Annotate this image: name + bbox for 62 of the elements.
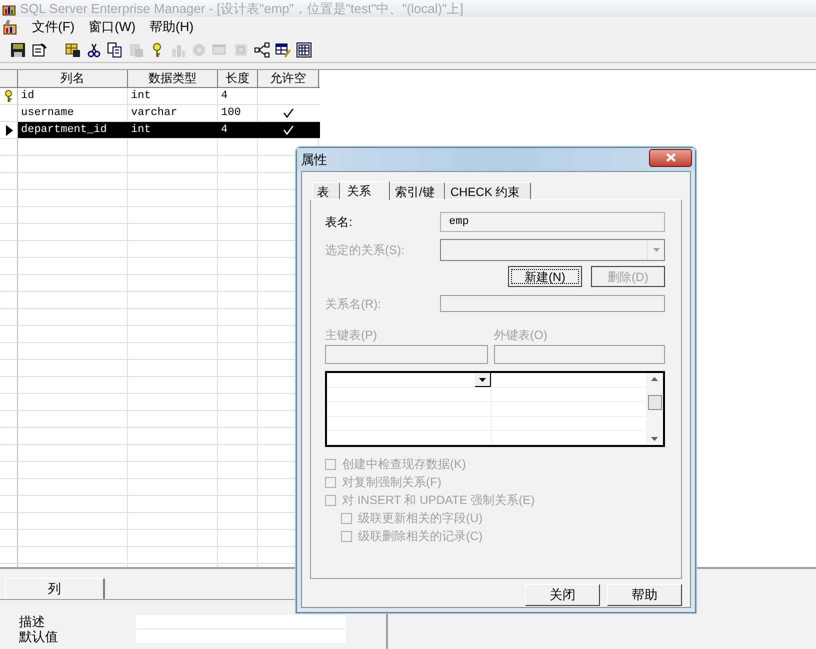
table-row[interactable]: department_id int 4 (0, 122, 320, 139)
current-row-icon (4, 124, 12, 136)
tab[interactable]: 表 (312, 182, 340, 199)
field-label: 表名: (325, 214, 354, 231)
option-label: 对 INSERT 和 UPDATE 强制关系(E) (342, 492, 535, 509)
column-header[interactable]: 列名 (18, 70, 128, 87)
field-label: 关系名(R): (325, 296, 382, 312)
menu-item[interactable]: 窗口(W) (88, 17, 136, 37)
table-cell: id (21, 90, 34, 102)
table-cell: int (131, 90, 151, 102)
menu-item[interactable]: 文件(F) (32, 17, 75, 37)
table-cell: 4 (221, 124, 228, 136)
window-title: SQL Server Enterprise Manager - [设计表"emp"，位置是"test"中、"(local)"上] (20, 0, 464, 18)
table-icon[interactable] (275, 42, 291, 58)
tab[interactable]: CHECK 约束 (445, 182, 531, 199)
table-cell: int (131, 124, 151, 136)
table-row[interactable]: id int 4 (0, 88, 320, 105)
dialog-button[interactable]: 帮助 (607, 584, 682, 606)
tab[interactable]: 索引/键 (390, 182, 446, 199)
check-icon[interactable] (283, 108, 294, 118)
close-button[interactable] (649, 148, 692, 166)
table-icon[interactable] (65, 42, 81, 58)
table-cell: username (21, 107, 74, 119)
cut-icon[interactable] (86, 42, 102, 58)
scroll-up-icon[interactable] (651, 377, 658, 381)
column-header[interactable]: 数据类型 (128, 70, 218, 87)
property-label: 描述 (19, 612, 46, 630)
table-cell: 100 (221, 107, 241, 119)
table-cell: department_id (21, 124, 107, 136)
menu-item[interactable]: 帮助(H) (150, 17, 194, 37)
dialog-button[interactable]: 关闭 (525, 584, 600, 606)
relations-icon[interactable] (254, 42, 270, 58)
table-icon[interactable] (296, 42, 312, 58)
option-label: 级联更新相关的字段(U) (358, 510, 483, 527)
table-cell: varchar (131, 107, 178, 119)
tab[interactable]: 关系 (340, 181, 390, 200)
property-value-field[interactable] (136, 614, 346, 628)
dropdown-arrow-icon (652, 248, 660, 252)
dialog-button[interactable]: 新建(N) (508, 266, 582, 287)
column-header[interactable]: 允许空 (258, 70, 319, 87)
tab[interactable]: 列 (5, 578, 105, 599)
scroll-down-icon[interactable] (651, 437, 658, 441)
dropdown-button[interactable] (475, 373, 491, 387)
dropdown-arrow-icon (479, 378, 486, 382)
close-icon (666, 153, 676, 162)
field-label: 选定的关系(S): (325, 242, 406, 259)
column-mapping-grid[interactable] (325, 371, 665, 447)
property-label: 默认值 (19, 628, 59, 646)
dialog-title: 属性 (301, 150, 327, 169)
copy-icon[interactable] (107, 42, 123, 58)
input-field[interactable]: emp (440, 212, 665, 232)
field-label: 主键表(P) (325, 328, 378, 343)
scrollbar[interactable] (646, 373, 663, 445)
option-label: 对复制强制关系(F) (342, 474, 442, 491)
table-cell: 4 (221, 90, 228, 102)
table-row[interactable]: username varchar 100 (0, 105, 320, 122)
option-label: 级联删除相关的记录(C) (358, 528, 483, 545)
column-header[interactable]: 长度 (218, 70, 258, 87)
option-label: 创建中检查现存数据(K) (342, 456, 466, 473)
save-icon[interactable] (10, 42, 26, 58)
scroll-thumb[interactable] (648, 394, 662, 410)
field-label: 外键表(O) (494, 328, 548, 343)
